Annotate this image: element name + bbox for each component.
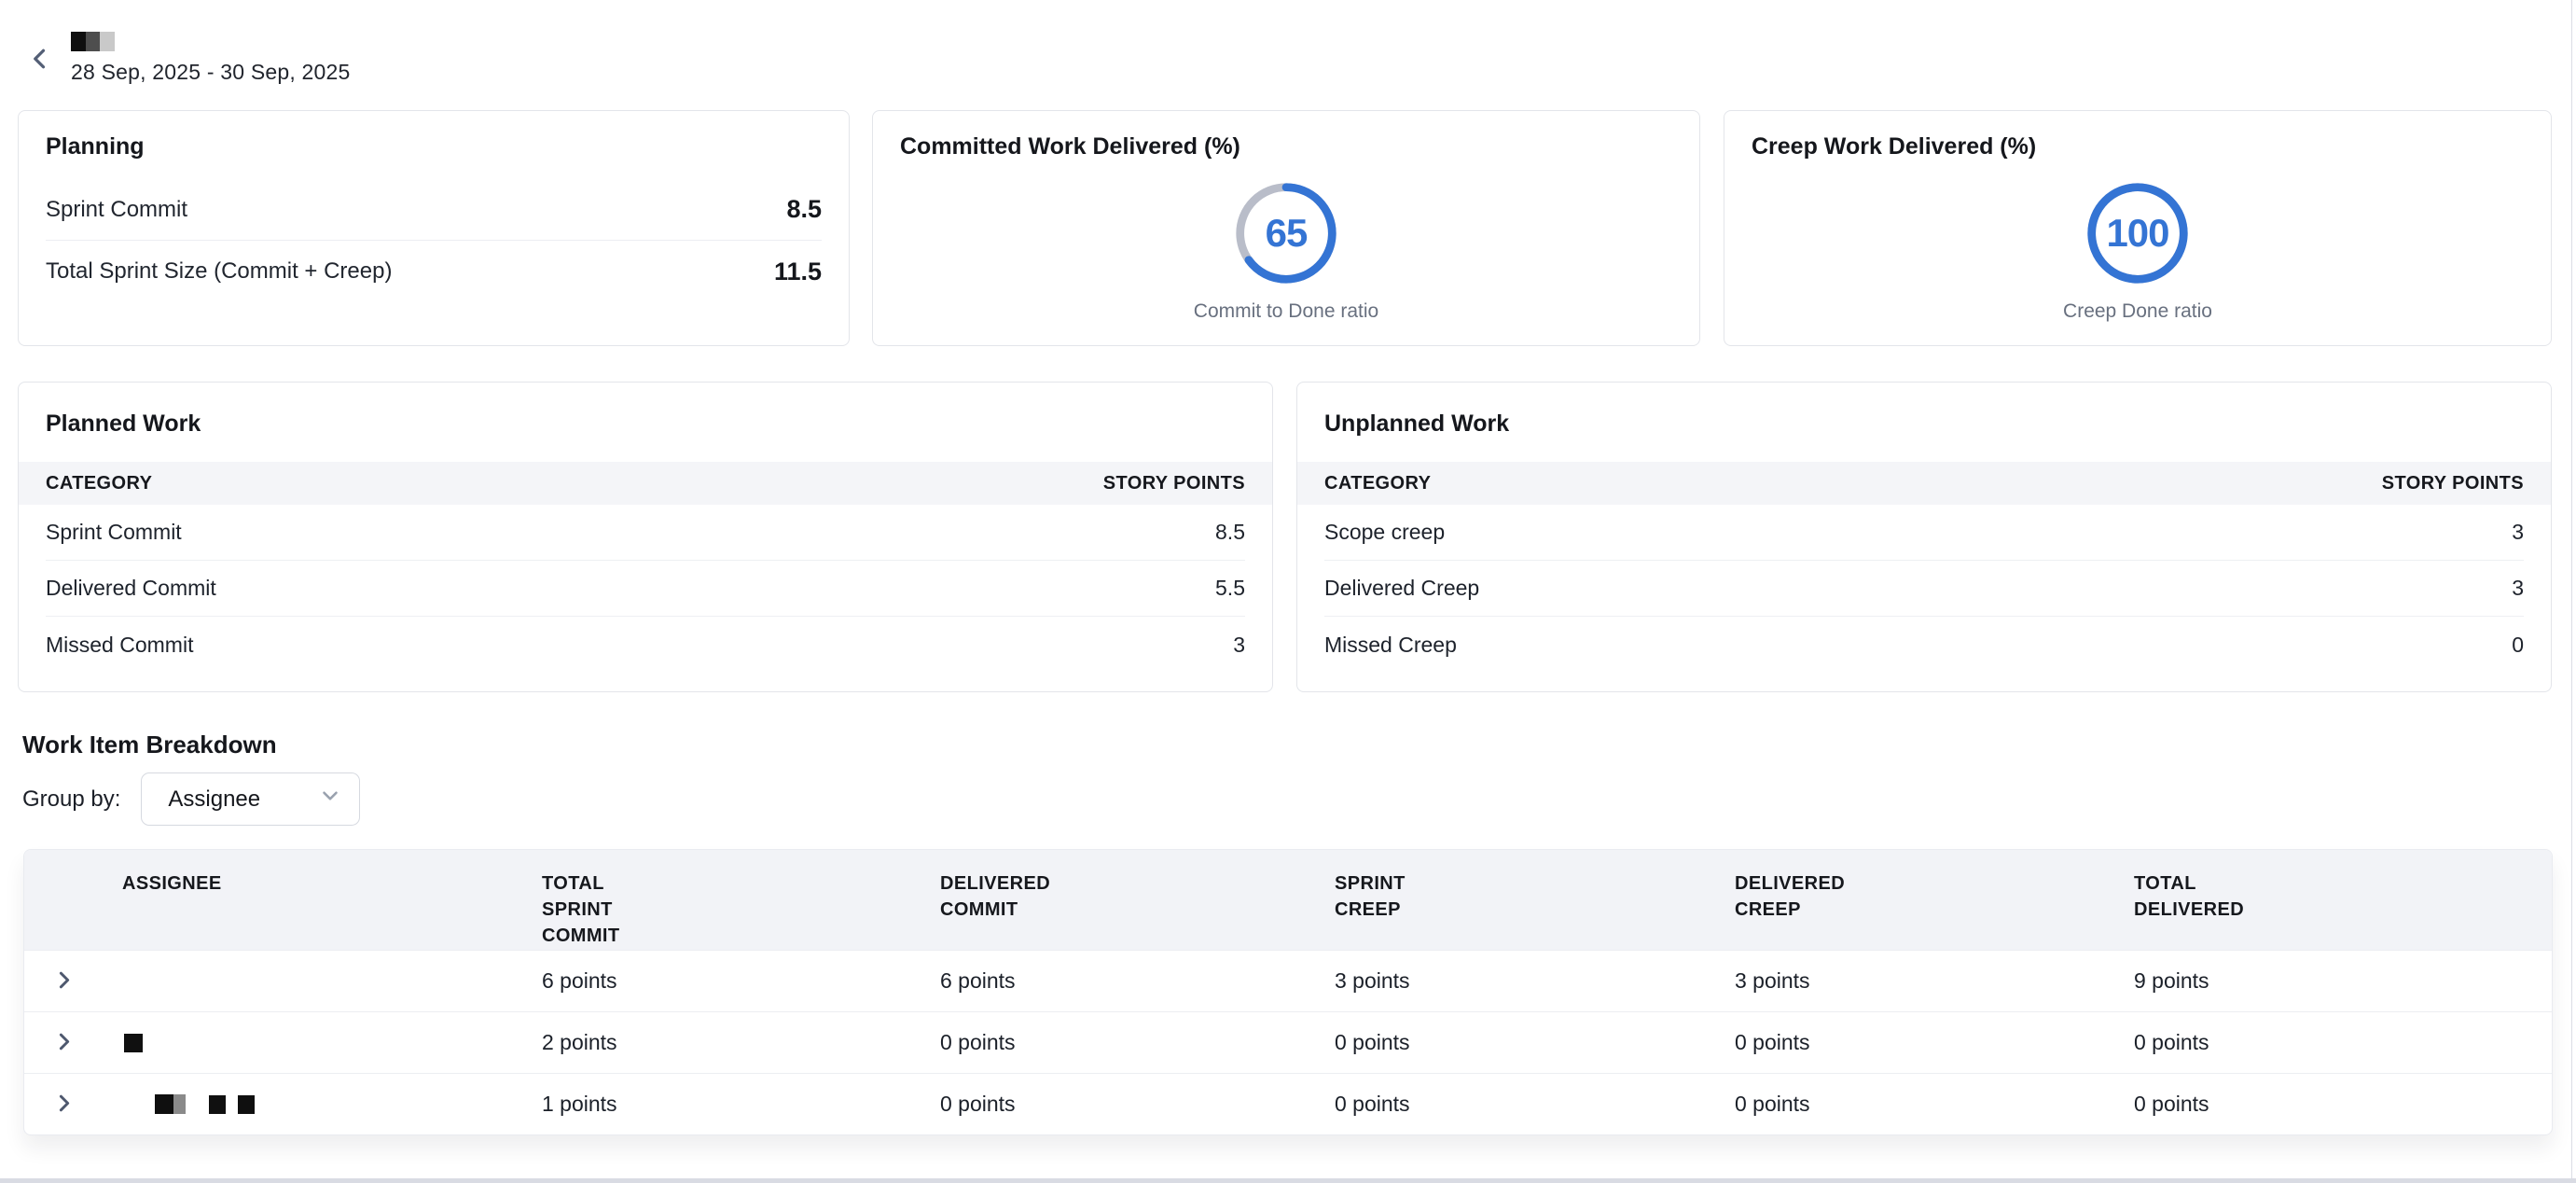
- total-delivered-cell: 0 points: [2134, 1030, 2552, 1055]
- category-cell: Delivered Creep: [1324, 576, 1479, 601]
- page-header: 28 Sep, 2025 - 30 Sep, 2025: [22, 26, 351, 85]
- category-cell: Missed Creep: [1324, 633, 1457, 658]
- committed-gauge: 65: [1232, 179, 1340, 287]
- committed-card-title: Committed Work Delivered (%): [900, 133, 1672, 160]
- expand-row-button[interactable]: [24, 968, 92, 995]
- expand-row-button[interactable]: [24, 1030, 92, 1056]
- planned-work-header-row: CATEGORY STORY POINTS: [19, 462, 1272, 505]
- column-header-story-points: STORY POINTS: [1103, 473, 1245, 494]
- chevron-right-icon: [52, 1030, 76, 1056]
- unplanned-work-title: Unplanned Work: [1297, 383, 2551, 462]
- column-header-delivered-creep: DELIVERED CREEP: [1735, 870, 2134, 950]
- points-cell: 0: [2512, 633, 2524, 658]
- points-cell: 8.5: [1215, 520, 1245, 545]
- planning-row-total-sprint-size: Total Sprint Size (Commit + Creep) 11.5: [46, 241, 822, 302]
- sprint-creep-cell: 0 points: [1335, 1030, 1735, 1055]
- planning-row-sprint-commit: Sprint Commit 8.5: [46, 179, 822, 241]
- category-cell: Scope creep: [1324, 520, 1445, 545]
- table-row: 1 points 0 points 0 points 0 points 0 po…: [24, 1073, 2552, 1134]
- column-header-sprint-creep: SPRINT CREEP: [1335, 870, 1735, 950]
- column-header-delivered-commit: DELIVERED COMMIT: [940, 870, 1335, 950]
- planning-row-label: Total Sprint Size (Commit + Creep): [46, 258, 392, 285]
- points-cell: 3: [2512, 576, 2524, 601]
- group-by-control: Group by: Assignee: [22, 772, 360, 826]
- unplanned-work-card: Unplanned Work CATEGORY STORY POINTS Sco…: [1296, 382, 2552, 692]
- planned-work-card: Planned Work CATEGORY STORY POINTS Sprin…: [18, 382, 1273, 692]
- total-delivered-cell: 9 points: [2134, 968, 2552, 994]
- column-header-story-points: STORY POINTS: [2382, 473, 2524, 494]
- table-row: Scope creep 3: [1324, 505, 2524, 561]
- category-cell: Sprint Commit: [46, 520, 182, 545]
- table-row: 6 points 6 points 3 points 3 points 9 po…: [24, 950, 2552, 1011]
- table-row: Missed Commit 3: [46, 617, 1245, 673]
- column-header-category: CATEGORY: [46, 473, 152, 494]
- delivered-creep-cell: 3 points: [1735, 968, 2134, 994]
- assignee-redacted: [92, 1094, 542, 1114]
- column-header-category: CATEGORY: [1324, 473, 1431, 494]
- bottom-divider: [0, 1178, 2576, 1183]
- total-sprint-commit-cell: 2 points: [542, 1030, 940, 1055]
- column-header-assignee: ASSIGNEE: [92, 870, 542, 950]
- chevron-left-icon: [27, 62, 55, 76]
- planned-work-title: Planned Work: [19, 383, 1272, 462]
- chevron-right-icon: [52, 1092, 76, 1118]
- table-row: Sprint Commit 8.5: [46, 505, 1245, 561]
- group-by-selected-value: Assignee: [168, 786, 260, 813]
- planning-row-value: 11.5: [774, 257, 822, 286]
- sprint-creep-cell: 0 points: [1335, 1092, 1735, 1117]
- committed-work-card: Committed Work Delivered (%) 65 Commit t…: [872, 110, 1700, 346]
- scrollbar-track-divider: [2571, 0, 2572, 1183]
- sprint-creep-cell: 3 points: [1335, 968, 1735, 994]
- committed-gauge-value: 65: [1232, 179, 1340, 287]
- table-row: Delivered Commit 5.5: [46, 561, 1245, 617]
- assignee-redacted: [92, 1034, 542, 1052]
- chevron-right-icon: [52, 968, 76, 995]
- delivered-commit-cell: 0 points: [940, 1030, 1335, 1055]
- delivered-commit-cell: 6 points: [940, 968, 1335, 994]
- creep-card-title: Creep Work Delivered (%): [1752, 133, 2524, 160]
- breakdown-table-header: ASSIGNEE TOTAL SPRINT COMMIT DELIVERED C…: [24, 850, 2552, 950]
- table-row: Delivered Creep 3: [1324, 561, 2524, 617]
- column-header-total-sprint-commit: TOTAL SPRINT COMMIT: [542, 870, 940, 950]
- back-button[interactable]: [22, 41, 60, 78]
- table-row: 2 points 0 points 0 points 0 points 0 po…: [24, 1011, 2552, 1073]
- sprint-date-range: 28 Sep, 2025 - 30 Sep, 2025: [71, 60, 351, 85]
- delivered-commit-cell: 0 points: [940, 1092, 1335, 1117]
- creep-work-card: Creep Work Delivered (%) 100 Creep Done …: [1724, 110, 2552, 346]
- breakdown-table: ASSIGNEE TOTAL SPRINT COMMIT DELIVERED C…: [23, 849, 2553, 1135]
- group-by-label: Group by:: [22, 786, 120, 813]
- expand-row-button[interactable]: [24, 1092, 92, 1118]
- category-cell: Missed Commit: [46, 633, 193, 658]
- points-cell: 5.5: [1215, 576, 1245, 601]
- delivered-creep-cell: 0 points: [1735, 1092, 2134, 1117]
- table-row: Missed Creep 0: [1324, 617, 2524, 673]
- group-by-dropdown[interactable]: Assignee: [141, 772, 360, 826]
- total-sprint-commit-cell: 6 points: [542, 968, 940, 994]
- creep-gauge: 100: [2084, 179, 2192, 287]
- sprint-title-redacted: [71, 32, 351, 51]
- committed-gauge-caption: Commit to Done ratio: [1194, 300, 1378, 323]
- creep-gauge-value: 100: [2084, 179, 2192, 287]
- total-sprint-commit-cell: 1 points: [542, 1092, 940, 1117]
- planning-row-value: 8.5: [786, 195, 822, 224]
- points-cell: 3: [2512, 520, 2524, 545]
- creep-gauge-caption: Creep Done ratio: [2063, 300, 2212, 323]
- column-header-total-delivered: TOTAL DELIVERED: [2134, 870, 2552, 950]
- delivered-creep-cell: 0 points: [1735, 1030, 2134, 1055]
- planning-row-label: Sprint Commit: [46, 197, 187, 223]
- column-header-expander: [24, 870, 92, 950]
- planning-card: Planning Sprint Commit 8.5 Total Sprint …: [18, 110, 850, 346]
- total-delivered-cell: 0 points: [2134, 1092, 2552, 1117]
- category-cell: Delivered Commit: [46, 576, 216, 601]
- planning-card-title: Planning: [46, 133, 822, 160]
- chevron-down-icon: [318, 784, 342, 814]
- unplanned-work-header-row: CATEGORY STORY POINTS: [1297, 462, 2551, 505]
- breakdown-section-title: Work Item Breakdown: [22, 731, 277, 759]
- points-cell: 3: [1233, 633, 1245, 658]
